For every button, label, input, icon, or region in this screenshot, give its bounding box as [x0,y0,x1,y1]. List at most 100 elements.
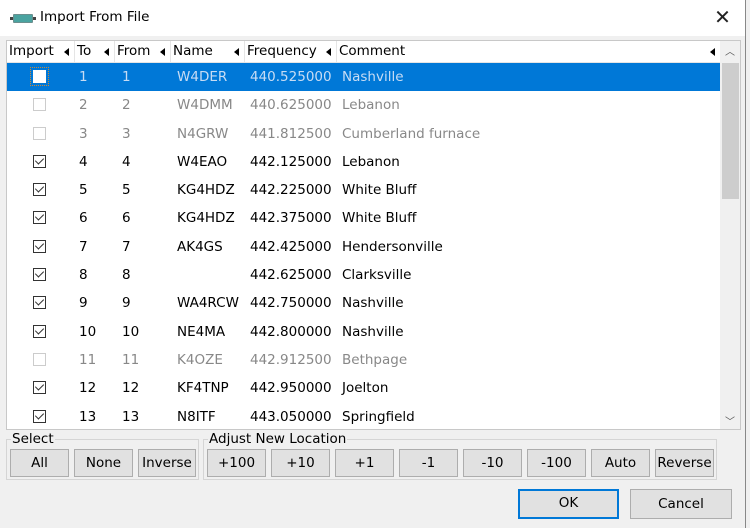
window-title: Import From File [40,9,150,25]
to-cell: 13 [79,408,97,425]
list-row[interactable]: 12 12 KF4TNP 442.950000 Joelton [7,374,720,402]
column-header-name[interactable]: Name [171,41,245,62]
adjust-auto-button[interactable]: Auto [591,449,650,477]
comment-cell: Bethpage [342,351,408,368]
from-cell: 8 [122,267,131,284]
import-checkbox[interactable] [33,296,46,310]
list-row[interactable]: 1 1 W4DER 440.525000 Nashville [7,63,720,92]
adjust-minus-1-button[interactable]: -1 [399,449,458,477]
to-cell: 3 [79,125,88,142]
list-row[interactable]: 9 9 WA4RCW 442.750000 Nashville [7,289,720,317]
column-header-comment[interactable]: Comment [337,41,720,62]
list-row[interactable]: 13 13 N8ITF 443.050000 Springfield [7,403,720,429]
list-header: Import To From Name Frequency Comment [7,41,720,63]
chevron-down-icon: ﹀ [725,416,735,428]
import-checkbox[interactable] [33,352,46,366]
scroll-up-button[interactable]: ︿ [720,41,740,59]
from-cell: 12 [122,380,140,397]
adjust-minus-100-button[interactable]: -100 [527,449,586,477]
comment-cell: Springfield [342,408,415,425]
to-cell: 1 [79,69,88,85]
column-label: Import [9,43,54,59]
ok-button[interactable]: OK [518,489,619,519]
select-none-button[interactable]: None [74,449,133,477]
column-header-from[interactable]: From [115,41,171,62]
from-cell: 7 [122,238,131,255]
list-row[interactable]: 3 3 N4GRW 441.812500 Cumberland furnace [7,120,720,148]
import-checkbox[interactable] [33,126,46,140]
import-checkbox[interactable] [33,409,46,423]
list-row[interactable]: 5 5 KG4HDZ 442.225000 White Bluff [7,176,720,204]
column-label: Name [173,43,213,59]
adjust-reverse-button[interactable]: Reverse [655,449,714,477]
to-cell: 5 [79,182,88,199]
list-row[interactable]: 6 6 KG4HDZ 442.375000 White Bluff [7,204,720,232]
import-checkbox[interactable] [33,268,46,282]
frequency-cell: 440.625000 [250,97,332,114]
from-cell: 3 [122,125,131,142]
select-all-button[interactable]: All [10,449,69,477]
import-checkbox[interactable] [33,154,46,168]
to-cell: 6 [79,210,88,227]
adjust-plus-100-button[interactable]: +100 [207,449,266,477]
cancel-button[interactable]: Cancel [630,489,732,519]
list-row[interactable]: 11 11 K4OZE 442.912500 Bethpage [7,346,720,374]
comment-cell: Nashville [342,323,404,340]
vertical-scrollbar[interactable]: ︿ ﹀ [720,41,740,429]
name-cell: KG4HDZ [177,182,235,199]
from-cell: 10 [122,323,140,340]
frequency-cell: 440.525000 [250,69,332,85]
scroll-down-button[interactable]: ﹀ [720,411,740,429]
list-row[interactable]: 8 8 442.625000 Clarksville [7,261,720,289]
frequency-cell: 442.800000 [250,323,332,340]
import-from-file-dialog: Import From File ✕ Import To From Name F… [0,0,746,528]
name-cell: KF4TNP [177,380,229,397]
column-header-import[interactable]: Import [7,41,75,62]
list-row[interactable]: 4 4 W4EAO 442.125000 Lebanon [7,148,720,176]
import-checkbox[interactable] [33,211,46,225]
adjust-minus-10-button[interactable]: -10 [463,449,522,477]
comment-cell: Joelton [342,380,389,397]
name-cell: W4DER [177,69,228,85]
to-cell: 11 [79,351,97,368]
comment-cell: Nashville [342,295,404,312]
select-inverse-button[interactable]: Inverse [138,449,196,477]
from-cell: 6 [122,210,131,227]
column-header-to[interactable]: To [75,41,115,62]
list-rows: 1 1 W4DER 440.525000 Nashville 2 2 W4DMM 440.625… [7,63,720,429]
name-cell: W4DMM [177,97,233,114]
import-checkbox[interactable] [33,98,46,112]
from-cell: 13 [122,408,140,425]
import-checkbox[interactable] [33,324,46,338]
comment-cell: White Bluff [342,182,417,199]
to-cell: 12 [79,380,97,397]
list-row[interactable]: 10 10 NE4MA 442.800000 Nashville [7,318,720,346]
column-header-frequency[interactable]: Frequency [245,41,337,62]
column-label: Comment [339,43,406,59]
channel-list[interactable]: Import To From Name Frequency Comment 1 … [6,40,741,430]
frequency-cell: 442.125000 [250,153,332,170]
frequency-cell: 442.950000 [250,380,332,397]
import-checkbox[interactable] [33,239,46,253]
name-cell: K4OZE [177,351,223,368]
adjust-group-label: Adjust New Location [208,431,348,447]
import-checkbox[interactable] [33,381,46,395]
to-cell: 9 [79,295,88,312]
adjust-plus-10-button[interactable]: +10 [271,449,330,477]
frequency-cell: 442.625000 [250,267,332,284]
list-row[interactable]: 2 2 W4DMM 440.625000 Lebanon [7,91,720,119]
frequency-cell: 442.425000 [250,238,332,255]
to-cell: 10 [79,323,97,340]
select-group-label: Select [11,431,55,447]
list-row[interactable]: 7 7 AK4GS 442.425000 Hendersonville [7,233,720,261]
to-cell: 7 [79,238,88,255]
adjust-plus-1-button[interactable]: +1 [335,449,394,477]
sort-arrow-icon [160,48,165,56]
from-cell: 11 [122,351,140,368]
sort-arrow-icon [326,48,331,56]
scroll-thumb[interactable] [722,63,739,199]
comment-cell: Nashville [342,69,404,85]
close-button[interactable]: ✕ [700,0,745,34]
import-checkbox[interactable] [30,67,49,86]
import-checkbox[interactable] [33,183,46,197]
